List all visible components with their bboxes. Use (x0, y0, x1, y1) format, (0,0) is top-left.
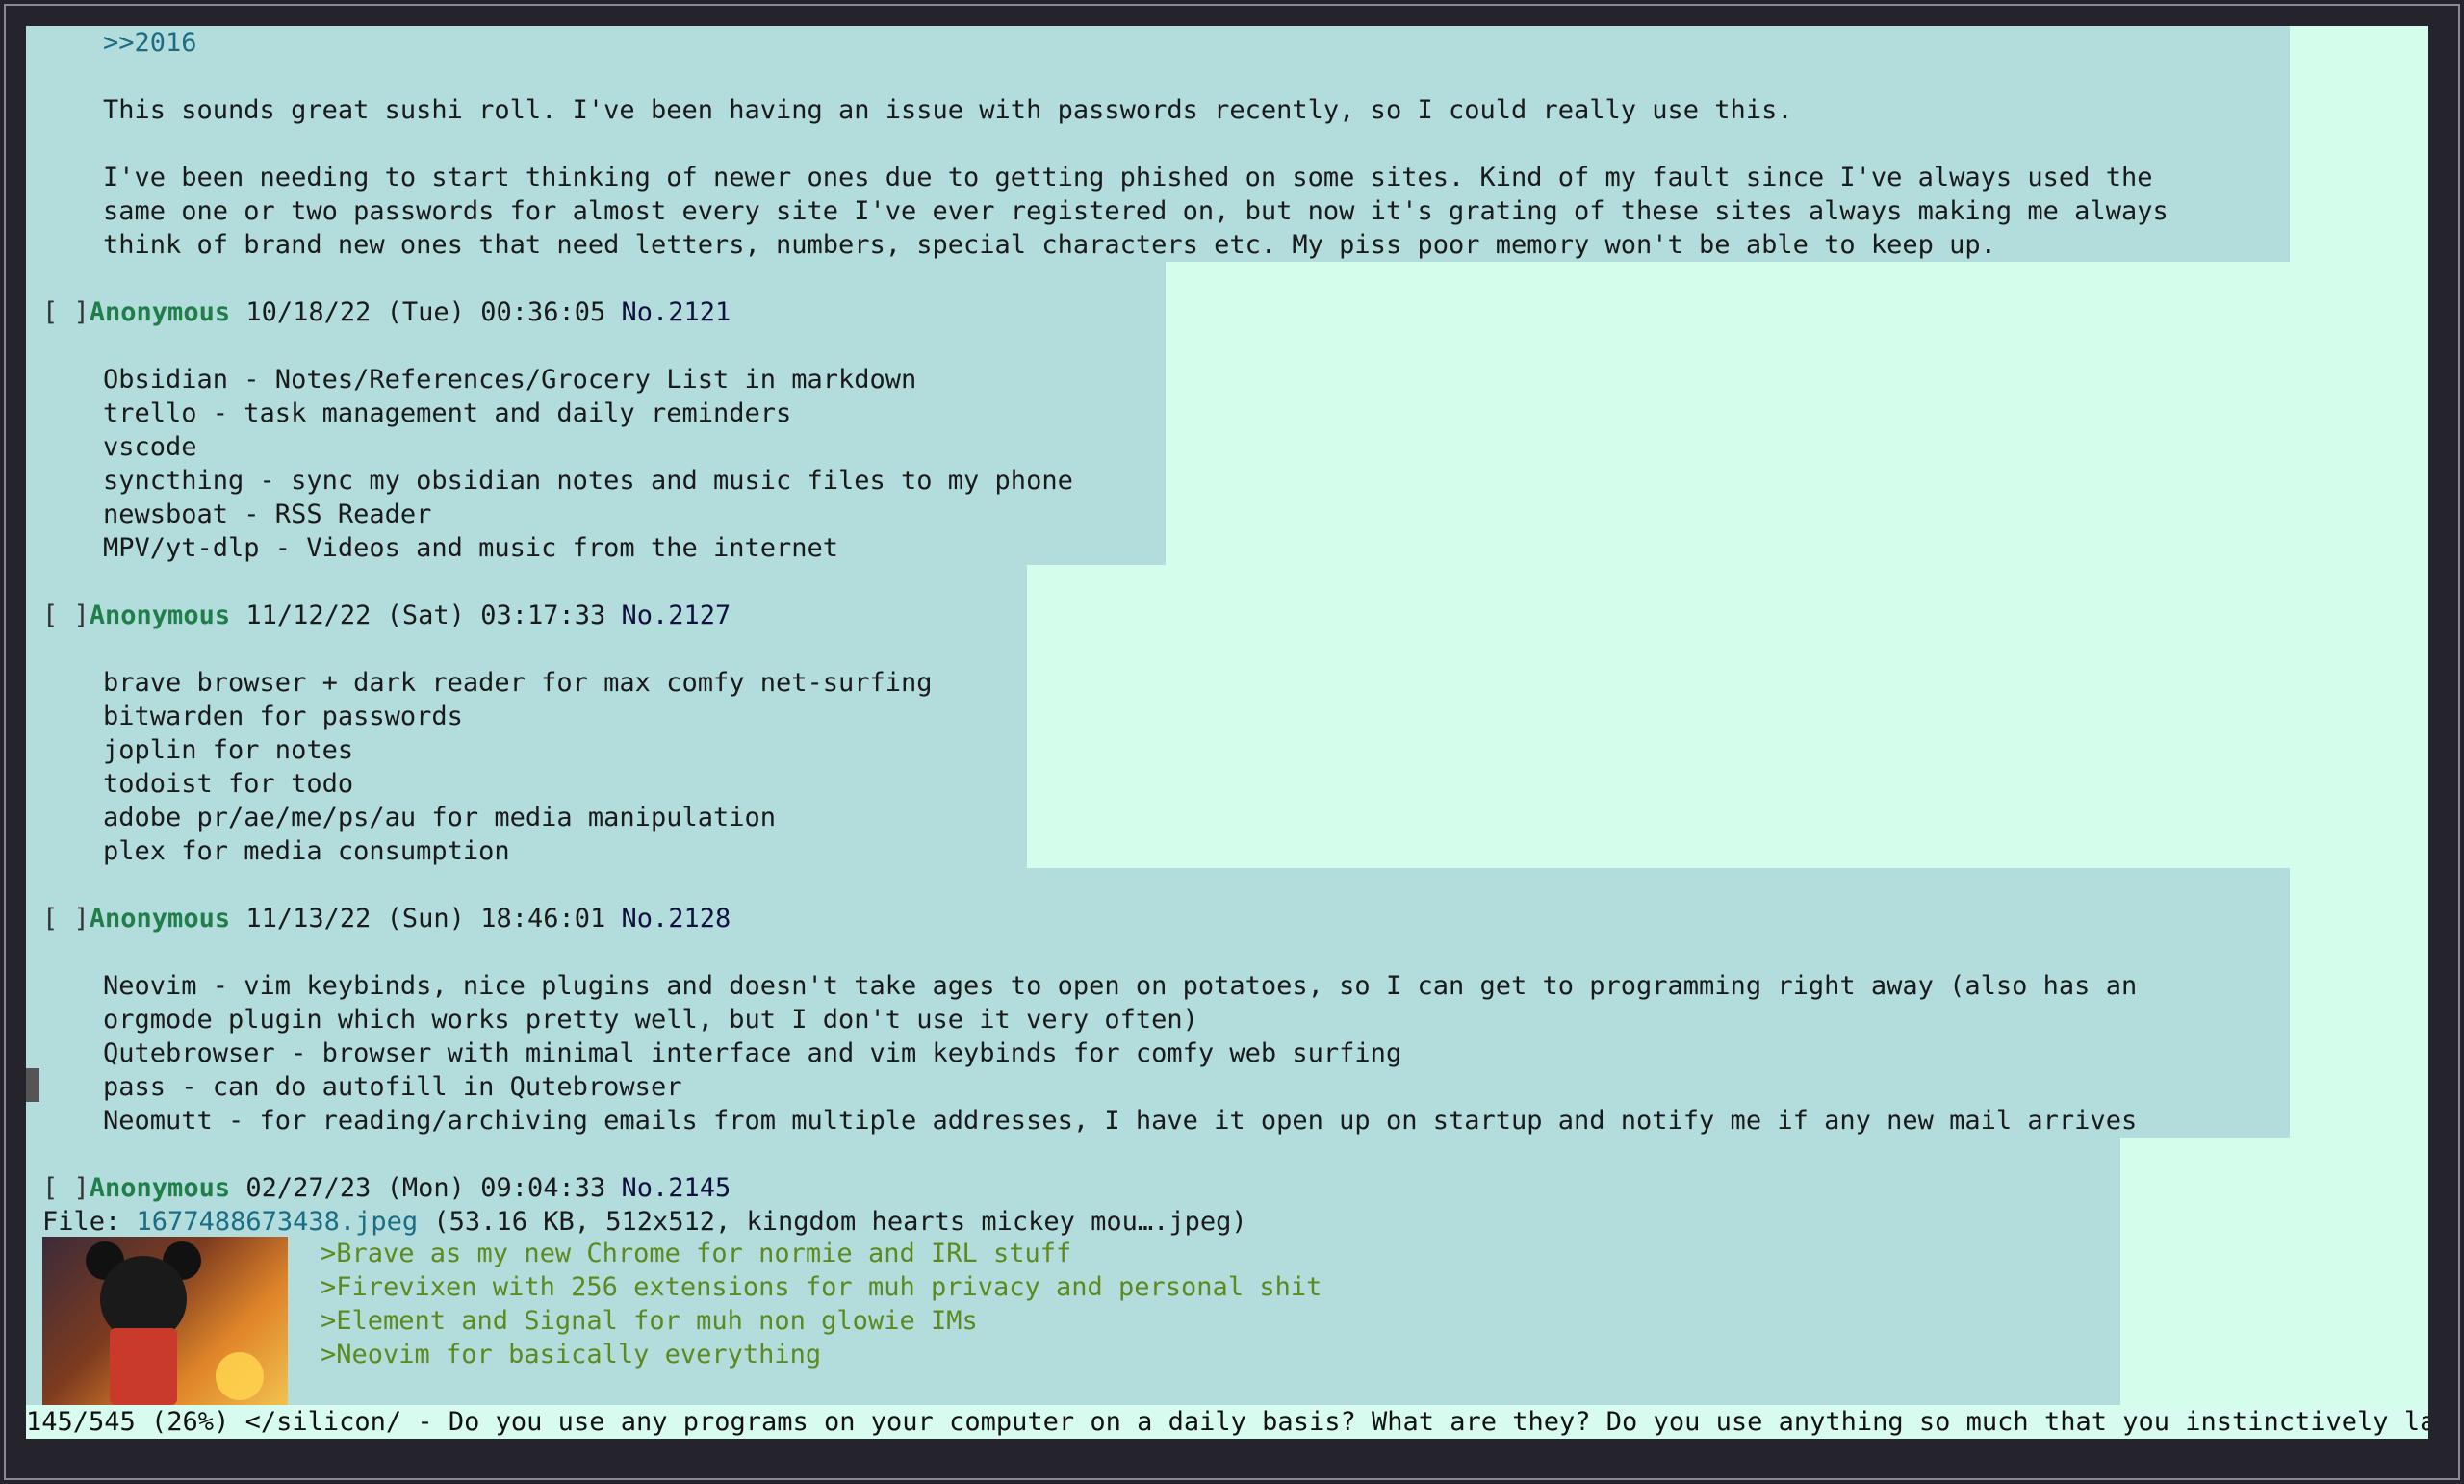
post-body-line (26, 127, 2290, 161)
post-body-line: orgmode plugin which works pretty well, … (103, 1005, 1198, 1035)
post-checkbox[interactable]: [ ] (42, 1173, 90, 1203)
post-body-line: same one or two passwords for almost eve… (103, 196, 2169, 226)
post-header: [ ]Anonymous 11/13/22 (Sun) 18:46:01 No.… (26, 902, 2290, 935)
poster-name: Anonymous (89, 601, 231, 630)
post-date: 10/18/22 (Tue) 00:36:05 (245, 297, 606, 327)
file-link[interactable]: 1677488673438.jpeg (137, 1207, 419, 1237)
post-body-line: I've been needing to start thinking of n… (103, 163, 2153, 192)
post-number[interactable]: 2128 (668, 904, 731, 934)
post-2127: [ ]Anonymous 11/12/22 (Sat) 03:17:33 No.… (26, 565, 1027, 868)
post-date: 11/13/22 (Sun) 18:46:01 (245, 904, 606, 934)
greentext-block: >Brave as my new Chrome for normie and I… (26, 1237, 2120, 1371)
quote-link[interactable]: >>2016 (103, 28, 197, 58)
file-label: File: (42, 1207, 137, 1237)
post-header: [ ]Anonymous 10/18/22 (Tue) 00:36:05 No.… (26, 295, 1166, 329)
post-number-label[interactable]: No. (622, 904, 669, 934)
file-details: (53.16 KB, 512x512, kingdom hearts micke… (418, 1207, 1247, 1237)
window-frame: >>2016 This sounds great sushi roll. I'v… (0, 0, 2464, 1484)
greentext-line: >Firevixen with 256 extensions for muh p… (321, 1272, 1322, 1302)
post-body-line: Qutebrowser - browser with minimal inter… (103, 1038, 1402, 1068)
post-quote-link[interactable]: >>2016 (26, 26, 2290, 60)
text-cursor (26, 1068, 39, 1102)
post-body-line: newsboat - RSS Reader (103, 499, 432, 529)
post-body-line: trello - task management and daily remin… (103, 398, 792, 428)
post-date: 11/12/22 (Sat) 03:17:33 (245, 601, 606, 630)
post-body-line: adobe pr/ae/me/ps/au for media manipulat… (103, 803, 776, 832)
post-number[interactable]: 2121 (668, 297, 731, 327)
status-bar: 145/545 (26%) </silicon/ - Do you use an… (26, 1405, 2428, 1439)
post-body-line: syncthing - sync my obsidian notes and m… (103, 466, 1073, 496)
post-checkbox[interactable]: [ ] (42, 601, 90, 630)
post-body-line: This sounds great sushi roll. I've been … (103, 95, 1793, 125)
post-header: [ ]Anonymous 02/27/23 (Mon) 09:04:33 No.… (26, 1171, 2120, 1205)
post-body-line: vscode (103, 432, 197, 462)
post-body-line: MPV/yt-dlp - Videos and music from the i… (103, 533, 839, 563)
post-body-line: todoist for todo (103, 769, 354, 799)
post-number-label[interactable]: No. (622, 297, 669, 327)
post-2121: [ ]Anonymous 10/18/22 (Tue) 00:36:05 No.… (26, 262, 1166, 565)
post-header: [ ]Anonymous 11/12/22 (Sat) 03:17:33 No.… (26, 599, 1027, 632)
post-checkbox[interactable]: [ ] (42, 297, 90, 327)
post-body-line: Neomutt - for reading/archiving emails f… (103, 1106, 2138, 1136)
post-number-label[interactable]: No. (622, 601, 669, 630)
post-number[interactable]: 2127 (668, 601, 731, 630)
window-bottom-padding (26, 1439, 2428, 1448)
file-info-line: File: 1677488673438.jpeg (53.16 KB, 512x… (26, 1205, 2120, 1239)
post-body-line: pass - can do autofill in Qutebrowser (103, 1072, 682, 1102)
post-body-line: bitwarden for passwords (103, 702, 463, 731)
greentext-line: >Neovim for basically everything (321, 1340, 822, 1369)
post-2145: [ ]Anonymous 02/27/23 (Mon) 09:04:33 No.… (26, 1138, 2120, 1439)
post-2128: [ ]Anonymous 11/13/22 (Sun) 18:46:01 No.… (26, 868, 2290, 1138)
poster-name: Anonymous (89, 297, 231, 327)
post-date: 02/27/23 (Mon) 09:04:33 (245, 1173, 606, 1203)
post-reply-2016: >>2016 This sounds great sushi roll. I'v… (26, 26, 2290, 262)
poster-name: Anonymous (89, 1173, 231, 1203)
greentext-line: >Element and Signal for muh non glowie I… (321, 1306, 978, 1336)
post-body-line: plex for media consumption (103, 836, 510, 866)
greentext-line: >Brave as my new Chrome for normie and I… (321, 1239, 1072, 1268)
post-body-line: joplin for notes (103, 735, 354, 765)
post-body-line: Obsidian - Notes/References/Grocery List… (103, 365, 917, 395)
post-checkbox[interactable]: [ ] (42, 904, 90, 934)
post-number[interactable]: 2145 (668, 1173, 731, 1203)
post-number-label[interactable]: No. (622, 1173, 669, 1203)
post-body-line: brave browser + dark reader for max comf… (103, 668, 933, 698)
post-body-line: Neovim - vim keybinds, nice plugins and … (103, 971, 2138, 1001)
post-body-line: think of brand new ones that need letter… (103, 230, 1996, 260)
terminal-viewport[interactable]: >>2016 This sounds great sushi roll. I'v… (26, 26, 2428, 1439)
poster-name: Anonymous (89, 904, 231, 934)
